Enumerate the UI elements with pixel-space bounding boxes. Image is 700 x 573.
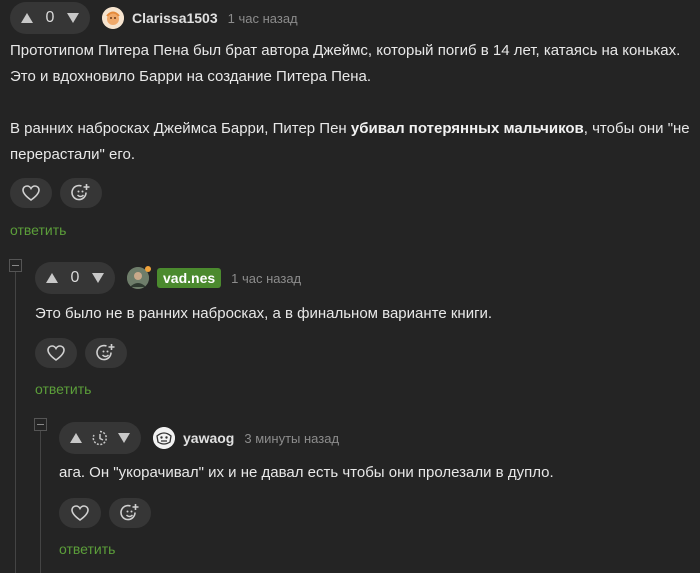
reaction-button[interactable] [60,178,102,208]
avatar-icon [102,7,124,29]
username[interactable]: yawaog [183,430,234,446]
reaction-button[interactable] [109,498,151,528]
comment-actions [59,498,151,528]
bold-text: убивал потерянных мальчиков [350,120,584,137]
timestamp[interactable]: 1 час назад [228,11,298,26]
avatar[interactable] [102,7,124,29]
upvote-icon [70,433,82,443]
vote-count: 0 [45,9,55,26]
avatar[interactable] [127,266,151,289]
vote-control: 0 [35,262,115,294]
avatar[interactable] [153,427,175,449]
comment-paragraph: ага. Он "укорачивал" их и не давал есть … [59,464,554,481]
vote-pending [89,422,111,454]
collapse-thread-2[interactable] [34,418,47,431]
comment-body: Это было не в ранних набросках, а в фина… [35,301,685,327]
downvote-icon [118,433,130,443]
vote-count: 0 [70,269,80,286]
comment-paragraph: Это было не в ранних набросках, а в фина… [35,305,493,322]
username[interactable]: Clarissa1503 [132,10,218,26]
vote-control: 0 [10,2,90,34]
upvote-button[interactable] [39,262,65,294]
timestamp[interactable]: 1 час назад [231,271,301,286]
upvote-button[interactable] [14,2,40,34]
comment-header: yawaog 3 минуты назад [59,421,339,455]
like-button[interactable] [59,498,101,528]
comment-paragraph: В ранних набросках Джеймса Барри, Питер … [10,120,690,163]
comment-actions [10,178,102,208]
heart-icon [71,505,89,521]
downvote-button[interactable] [111,422,137,454]
like-button[interactable] [10,178,52,208]
downvote-icon [92,273,104,283]
like-button[interactable] [35,338,77,368]
comment-header: 0 Clarissa1503 1 час назад [10,1,298,35]
thread-line-1 [15,272,16,573]
upvote-icon [21,13,33,23]
comment-paragraph: Прототипом Питера Пена был брат автора Д… [10,42,681,85]
upvote-button[interactable] [63,422,89,454]
downvote-button[interactable] [85,262,111,294]
emoji-add-icon [71,184,90,201]
comment-actions [35,338,127,368]
reply-link[interactable]: ответить [59,541,115,557]
comment-body: Прототипом Питера Пена был брат автора Д… [10,38,690,168]
online-indicator [145,266,151,272]
reply-link[interactable]: ответить [10,222,66,238]
downvote-button[interactable] [60,2,86,34]
heart-icon [47,345,65,361]
upvote-icon [46,273,58,283]
downvote-icon [67,13,79,23]
clock-icon [92,430,107,446]
emoji-add-icon [96,344,115,361]
emoji-add-icon [120,504,139,521]
reply-link[interactable]: ответить [35,381,91,397]
collapse-thread-1[interactable] [9,259,22,272]
heart-icon [22,185,40,201]
thread-line-2 [40,431,41,573]
vote-control [59,422,141,454]
timestamp[interactable]: 3 минуты назад [244,431,339,446]
avatar-icon [153,427,175,449]
comment-body: ага. Он "укорачивал" их и не давал есть … [59,460,689,486]
reaction-button[interactable] [85,338,127,368]
comment-header: 0 vad.nes 1 час назад [35,261,301,295]
username[interactable]: vad.nes [157,268,222,288]
